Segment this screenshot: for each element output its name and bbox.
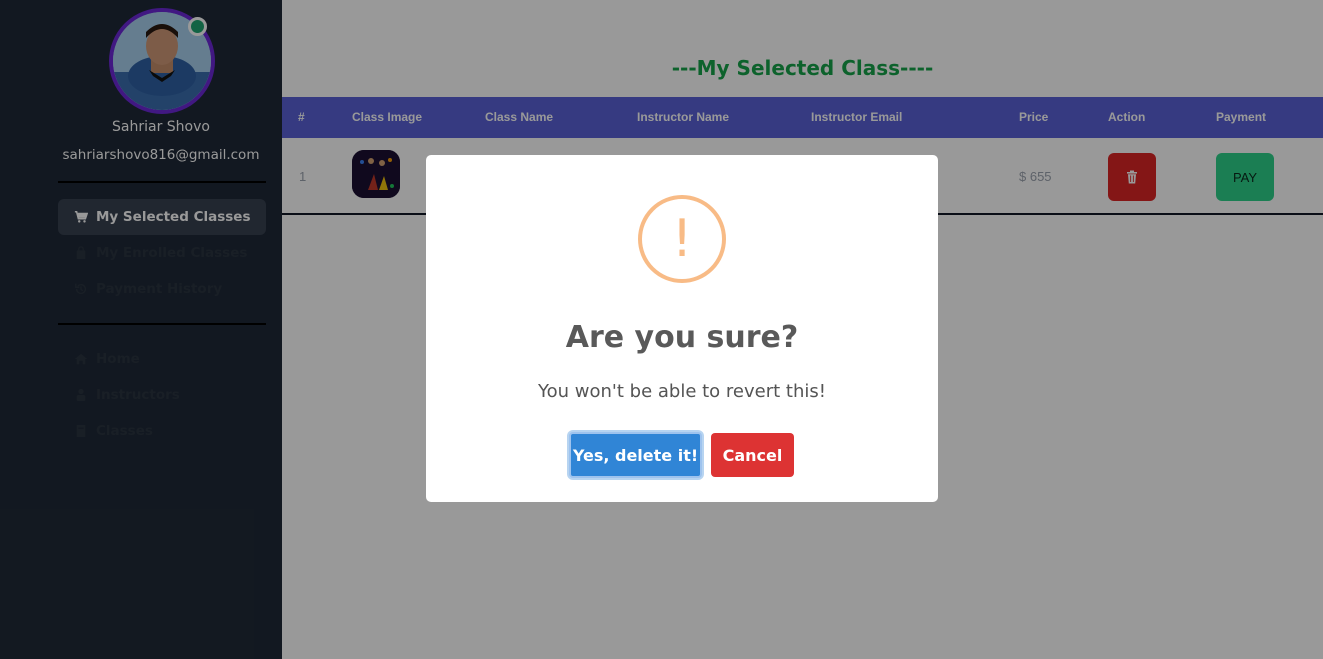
confirm-dialog: ! Are you sure? You won't be able to rev… [426,155,938,502]
dialog-message: You won't be able to revert this! [538,381,826,402]
warning-icon: ! [638,195,726,283]
confirm-delete-button[interactable]: Yes, delete it! [569,432,702,478]
warning-mark: ! [671,209,693,269]
cancel-button[interactable]: Cancel [711,433,794,477]
dialog-title: Are you sure? [565,320,799,355]
